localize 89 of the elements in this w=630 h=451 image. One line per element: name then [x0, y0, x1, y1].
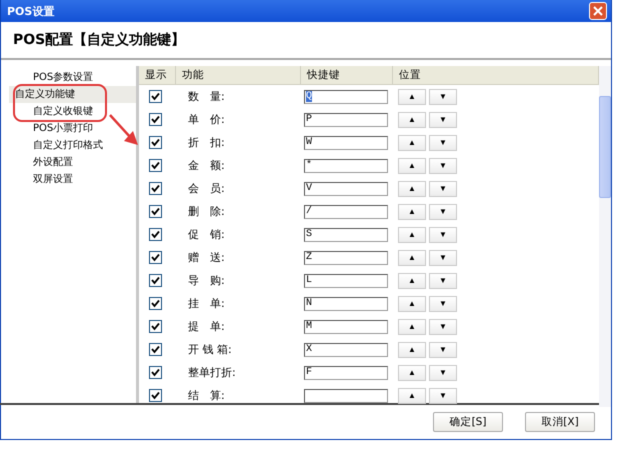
- checkbox[interactable]: [149, 320, 162, 333]
- move-down-button[interactable]: ▼: [429, 318, 457, 334]
- function-label: 挂 单:: [187, 296, 225, 311]
- move-down-button[interactable]: ▼: [429, 388, 457, 404]
- move-down-button[interactable]: ▼: [429, 272, 457, 288]
- function-label: 整单打折:: [187, 365, 236, 380]
- move-down-button[interactable]: ▼: [429, 364, 457, 380]
- checkbox[interactable]: [149, 274, 162, 287]
- move-up-button[interactable]: ▲: [398, 272, 426, 288]
- move-up-button[interactable]: ▲: [398, 134, 426, 150]
- checkbox[interactable]: [149, 389, 162, 402]
- checkbox[interactable]: [149, 205, 162, 218]
- sidebar-item[interactable]: 双屏设置: [9, 171, 73, 188]
- column-header: 位置: [393, 66, 599, 85]
- move-down-button[interactable]: ▼: [429, 88, 457, 104]
- sidebar-item[interactable]: 外设配置: [9, 154, 73, 171]
- column-header: 快捷键: [301, 66, 393, 85]
- sidebar-item[interactable]: 自定义收银键: [9, 103, 93, 120]
- move-up-button[interactable]: ▲: [398, 226, 426, 242]
- sidebar-item[interactable]: POS参数设置: [9, 69, 94, 86]
- move-up-button[interactable]: ▲: [398, 180, 426, 196]
- close-icon: [593, 6, 603, 16]
- function-label: 促 销:: [187, 227, 225, 242]
- function-label: 删 除:: [187, 204, 225, 219]
- sidebar-item[interactable]: POS小票打印: [9, 120, 94, 137]
- move-up-button[interactable]: ▲: [398, 342, 426, 358]
- move-up-button[interactable]: ▲: [398, 388, 426, 404]
- checkbox[interactable]: [149, 136, 162, 149]
- move-down-button[interactable]: ▼: [429, 112, 457, 128]
- move-up-button[interactable]: ▲: [398, 296, 426, 312]
- move-up-button[interactable]: ▲: [398, 204, 426, 220]
- move-down-button[interactable]: ▼: [429, 342, 457, 358]
- sidebar-item[interactable]: 自定义功能键: [9, 86, 136, 103]
- shortcut-field[interactable]: *: [304, 158, 388, 172]
- function-label: 折 扣:: [187, 135, 225, 150]
- shortcut-field[interactable]: /: [304, 204, 388, 218]
- checkbox[interactable]: [149, 159, 162, 172]
- move-down-button[interactable]: ▼: [429, 158, 457, 174]
- cancel-button[interactable]: 取消[X]: [525, 412, 595, 432]
- sidebar-item[interactable]: 自定义打印格式: [9, 137, 103, 154]
- move-up-button[interactable]: ▲: [398, 318, 426, 334]
- function-label: 赠 送:: [187, 250, 225, 265]
- shortcut-field[interactable]: V: [304, 182, 388, 196]
- function-label: 开 钱 箱:: [187, 342, 232, 357]
- ok-button[interactable]: 确定[S]: [433, 412, 503, 432]
- shortcut-field[interactable]: Q: [304, 90, 388, 104]
- function-label: 会 员:: [187, 181, 225, 196]
- close-button[interactable]: [589, 2, 607, 20]
- shortcut-field[interactable]: Z: [304, 250, 388, 264]
- move-down-button[interactable]: ▼: [429, 204, 457, 220]
- checkbox[interactable]: [149, 366, 162, 379]
- checkbox[interactable]: [149, 228, 162, 241]
- move-up-button[interactable]: ▲: [398, 250, 426, 266]
- move-down-button[interactable]: ▼: [429, 250, 457, 266]
- function-label: 单 价:: [187, 112, 225, 127]
- function-label: 导 购:: [187, 273, 225, 288]
- move-down-button[interactable]: ▼: [429, 180, 457, 196]
- checkbox[interactable]: [149, 297, 162, 310]
- page-title: POS配置【自定义功能键】: [13, 31, 186, 49]
- column-header: 功能: [176, 66, 301, 85]
- move-down-button[interactable]: ▼: [429, 296, 457, 312]
- shortcut-field[interactable]: L: [304, 274, 388, 288]
- shortcut-field[interactable]: [304, 388, 388, 402]
- checkbox[interactable]: [149, 343, 162, 356]
- shortcut-field[interactable]: N: [304, 296, 388, 310]
- move-down-button[interactable]: ▼: [429, 226, 457, 242]
- checkbox[interactable]: [149, 90, 162, 103]
- checkbox[interactable]: [149, 251, 162, 264]
- shortcut-field[interactable]: S: [304, 228, 388, 242]
- move-up-button[interactable]: ▲: [398, 88, 426, 104]
- checkbox[interactable]: [149, 113, 162, 126]
- arrow-icon: [109, 114, 139, 146]
- function-label: 数 量:: [187, 89, 225, 104]
- shortcut-field[interactable]: M: [304, 320, 388, 334]
- scrollbar[interactable]: [599, 66, 611, 407]
- function-label: 结 算:: [187, 388, 225, 403]
- window-title: POS设置: [7, 4, 54, 18]
- move-up-button[interactable]: ▲: [398, 112, 426, 128]
- checkbox[interactable]: [149, 182, 162, 195]
- move-up-button[interactable]: ▲: [398, 364, 426, 380]
- shortcut-field[interactable]: F: [304, 366, 388, 380]
- shortcut-field[interactable]: X: [304, 342, 388, 356]
- function-label: 金 额:: [187, 158, 225, 173]
- move-down-button[interactable]: ▼: [429, 134, 457, 150]
- move-up-button[interactable]: ▲: [398, 158, 426, 174]
- shortcut-field[interactable]: P: [304, 112, 388, 126]
- function-label: 提 单:: [187, 319, 225, 334]
- column-header: 显示: [139, 66, 176, 85]
- shortcut-field[interactable]: W: [304, 136, 388, 150]
